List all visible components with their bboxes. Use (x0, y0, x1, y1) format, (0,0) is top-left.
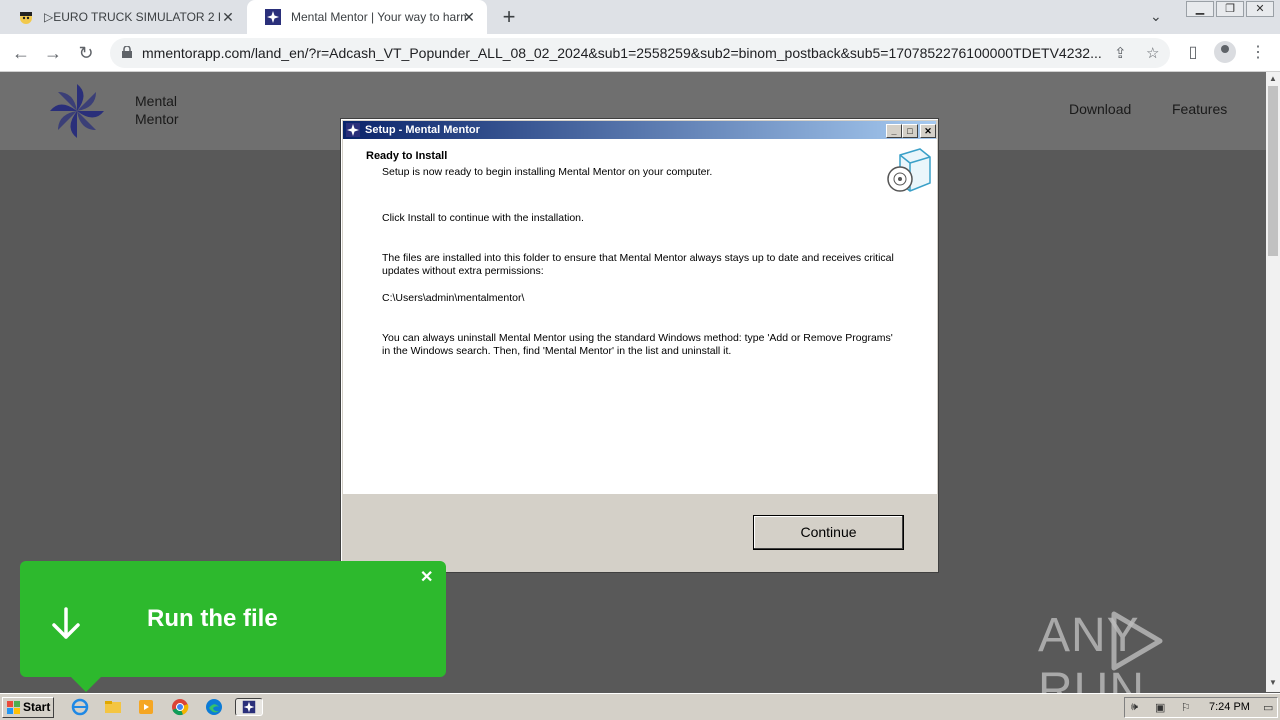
back-arrow-icon[interactable]: ← (10, 42, 32, 64)
dialog-text-folder-info: The files are installed into this folder… (382, 252, 894, 277)
tab-title: ▷EURO TRUCK SIMULATOR 2 PC ESPAÑOL (44, 10, 220, 24)
volume-icon[interactable]: 🕪 (1131, 701, 1138, 714)
start-button[interactable]: Start (2, 697, 54, 718)
tab-title: Mental Mentor | Your way to harmony (291, 10, 467, 24)
folder-icon[interactable] (103, 698, 123, 716)
show-desktop-icon[interactable]: ▭ (1263, 701, 1273, 714)
windows-taskbar: Start 🕪 ▣ ⚐ 7:24 PM ▭ (0, 693, 1280, 720)
url-text: mmentorapp.com/land_en/?r=Adcash_VT_Popu… (142, 45, 1102, 61)
address-bar[interactable]: mmentorapp.com/land_en/?r=Adcash_VT_Popu… (110, 38, 1170, 68)
clock: 7:24 PM (1209, 701, 1250, 713)
dialog-folder-path: C:\Users\admin\mentalmentor\ (382, 292, 525, 304)
pirate-icon (20, 12, 32, 24)
chevron-down-icon[interactable]: ⌄ (1150, 8, 1162, 25)
network-icon[interactable]: ▣ (1155, 701, 1165, 714)
close-icon[interactable]: ✕ (1246, 1, 1274, 17)
tab-euro-truck[interactable]: ▷EURO TRUCK SIMULATOR 2 PC ESPAÑOL ✕ (0, 0, 246, 34)
dialog-heading: Ready to Install (366, 150, 448, 162)
continue-button[interactable]: Continue (753, 515, 904, 550)
lock-icon (122, 46, 132, 58)
nav-download[interactable]: Download (1069, 101, 1131, 117)
dialog-text-click-install: Click Install to continue with the insta… (382, 212, 584, 224)
mental-mentor-logo-icon[interactable] (46, 80, 108, 142)
close-tab-icon[interactable]: ✕ (220, 9, 236, 25)
setup-app-icon (346, 123, 360, 137)
share-icon[interactable]: ⇪ (1114, 44, 1127, 62)
maximize-icon[interactable]: □ (902, 124, 918, 138)
play-logo-icon (1111, 611, 1163, 671)
menu-dots-icon[interactable]: ⋮ (1247, 42, 1269, 62)
browser-tab-strip: ▷EURO TRUCK SIMULATOR 2 PC ESPAÑOL ✕ Men… (0, 0, 1280, 34)
forward-arrow-icon[interactable]: → (42, 42, 64, 64)
setup-dialog: Setup - Mental Mentor _ □ ✕ Ready to Ins… (340, 118, 939, 573)
close-tab-icon[interactable]: ✕ (461, 9, 477, 25)
star-icon[interactable]: ☆ (1146, 44, 1159, 62)
notification-tail (70, 676, 102, 692)
minimize-icon[interactable]: _ (886, 124, 902, 138)
edge-icon[interactable] (204, 698, 224, 716)
tab-mental-mentor[interactable]: Mental Mentor | Your way to harmony ✕ (247, 0, 487, 34)
browser-toolbar: ← → ↻ mmentorapp.com/land_en/?r=Adcash_V… (0, 34, 1280, 72)
page-scrollbar[interactable]: ▲ ▼ (1266, 72, 1280, 692)
run-file-text: Run the file (147, 605, 278, 632)
dialog-title-bar[interactable]: Setup - Mental Mentor _ □ ✕ (343, 121, 936, 139)
profile-avatar-icon[interactable] (1214, 41, 1236, 63)
download-arrow-icon (52, 607, 80, 639)
reload-icon[interactable]: ↻ (75, 42, 97, 64)
install-package-icon (887, 148, 931, 192)
window-controls: ▁ ❐ ✕ (1184, 1, 1274, 17)
media-player-icon[interactable] (136, 698, 156, 716)
dialog-text-ready: Setup is now ready to begin installing M… (382, 166, 713, 178)
scroll-up-icon[interactable]: ▲ (1269, 74, 1277, 83)
start-label: Start (23, 700, 51, 714)
mental-mentor-setup-taskbar-icon[interactable] (235, 698, 263, 716)
close-icon[interactable]: ✕ (920, 124, 936, 138)
side-panel-icon[interactable]: ▯ (1182, 42, 1204, 62)
dialog-title: Setup - Mental Mentor (365, 124, 480, 136)
dialog-text-uninstall: You can always uninstall Mental Mentor u… (382, 332, 893, 357)
restore-icon[interactable]: ❐ (1216, 1, 1244, 17)
system-tray: 🕪 ▣ ⚐ 7:24 PM ▭ (1124, 697, 1278, 718)
windows-flag-icon (7, 701, 20, 714)
run-file-notification[interactable]: Run the file ✕ (20, 561, 446, 677)
mental-mentor-favicon-icon (265, 9, 281, 25)
brand-line-2: Mentor (135, 111, 179, 127)
close-icon[interactable]: ✕ (420, 567, 433, 587)
dialog-body: Ready to Install Setup is now ready to b… (343, 139, 937, 494)
nav-features[interactable]: Features (1172, 101, 1227, 117)
internet-explorer-icon[interactable] (70, 698, 90, 716)
new-tab-button[interactable]: + (498, 6, 520, 28)
flag-icon[interactable]: ⚐ (1181, 701, 1191, 714)
scroll-thumb[interactable] (1268, 86, 1278, 256)
minimize-icon[interactable]: ▁ (1186, 1, 1214, 17)
brand-name[interactable]: Mental Mentor (135, 92, 179, 128)
brand-line-1: Mental (135, 93, 178, 109)
chrome-icon[interactable] (170, 698, 190, 716)
